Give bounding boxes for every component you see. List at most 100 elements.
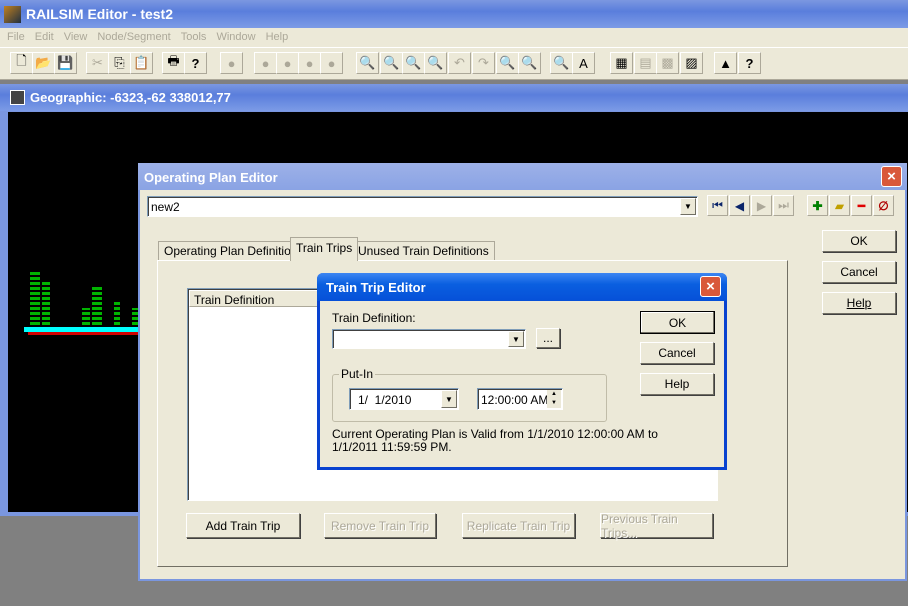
add-icon[interactable]: ✚ [807,195,828,216]
plan-select[interactable]: new2 ▼ [147,196,698,217]
close-button[interactable]: × [700,276,721,297]
geo-window-title: Geographic: -6323,-62 338012,77 [30,90,231,105]
zoom-point-button[interactable]: 🔍 [518,52,541,74]
new-file-button[interactable]: 🗋 [10,52,33,74]
calculator-icon: ▦ [615,55,628,70]
cancel-button[interactable]: Cancel [640,342,714,364]
date-value: 1/ 1/2010 [358,393,412,407]
zoom-window-button[interactable]: 🔍 [356,52,379,74]
plan-select-value: new2 [151,200,180,214]
app-title: RAILSIM Editor - test2 [26,6,174,22]
ok-button[interactable]: OK [822,230,896,252]
browse-button[interactable]: ... [536,328,560,348]
print-icon: 🖶 [167,53,180,68]
save-button[interactable]: 💾 [54,52,77,74]
next-record-button[interactable]: ▶ [751,195,772,216]
grid-icon: ▩ [661,55,674,70]
rail-line [28,332,144,335]
button-label: Add Train Trip [205,518,281,533]
zoom-point-icon: 🔍 [521,55,538,70]
table-button[interactable]: ▤ [634,52,657,74]
calculator-button[interactable]: ▦ [610,52,633,74]
menu-node-segment[interactable]: Node/Segment [97,31,170,47]
menu-tools[interactable]: Tools [181,31,207,47]
replicate-train-trip-button[interactable]: Replicate Train Trip [462,513,575,538]
zoom-window-icon: 🔍 [359,55,376,70]
help-button[interactable]: Help [822,292,896,314]
chevron-down-icon[interactable]: ▼ [508,331,524,347]
cancel-button[interactable]: Cancel [822,261,896,283]
map-station-label [92,287,102,330]
ok-button[interactable]: OK [640,311,715,334]
put-in-time-input[interactable]: 12:00:00 AM ▲ ▼ [477,388,563,410]
remove-icon[interactable]: ━ [851,195,872,216]
copy-button[interactable]: ⎘ [108,52,131,74]
node-link-button[interactable]: ● [276,52,299,74]
help-button[interactable]: ? [738,52,761,74]
map-color-button[interactable]: ▲ [714,52,737,74]
node-button[interactable]: ● [220,52,243,74]
clear-icon[interactable]: ∅ [873,195,894,216]
node-link-icon: ● [283,55,292,71]
chart-window-button[interactable]: ▨ [680,52,703,74]
button-label: Remove Train Trip [330,518,430,533]
tab-operating-plan-definition[interactable]: Operating Plan Definition [158,241,304,260]
tab-label: Unused Train Definitions [358,244,489,258]
chart-window-icon: ▨ [685,55,698,70]
put-in-date-picker[interactable]: 1/ 1/2010 ▼ [349,388,459,410]
node-ok-button[interactable]: ● [320,52,343,74]
remove-train-trip-button[interactable]: Remove Train Trip [324,513,436,538]
train-definition-select[interactable]: ▼ [332,329,526,349]
previous-train-trips-button[interactable]: Previous Train Trips... [600,512,713,540]
zoom-previous-icon: 🔍 [405,55,422,70]
grid-button[interactable]: ▩ [656,52,679,74]
open-folder-icon: 📂 [35,55,52,70]
previous-record-button[interactable]: ◀ [729,195,750,216]
chevron-down-icon[interactable]: ▼ [680,198,696,215]
tab-unused-train-definitions[interactable]: Unused Train Definitions [352,241,495,260]
redo-button[interactable]: ↷ [472,52,495,74]
tab-train-trips[interactable]: Train Trips [290,237,359,261]
put-in-label: Put-In [339,367,376,381]
menu-file[interactable]: File [7,31,25,47]
time-spinner[interactable]: ▲ ▼ [547,390,561,408]
last-record-button[interactable]: ⏭ [773,195,794,216]
close-button[interactable]: × [881,166,902,187]
button-label: Cancel [658,346,696,360]
zoom-multi-button[interactable]: 🔍 [496,52,519,74]
menu-window[interactable]: Window [216,31,255,47]
time-value: 12:00:00 AM [481,393,549,407]
help-button[interactable]: ? [184,52,207,74]
add-train-trip-button[interactable]: Add Train Trip [186,513,300,538]
paste-button[interactable]: 📋 [130,52,153,74]
train-trip-editor-dialog: Train Trip Editor × Train Definition: ▼ … [317,273,727,470]
zoom-in-icon: 🔍 [427,55,444,70]
node-add-button[interactable]: ● [254,52,277,74]
node-edit-button[interactable]: ● [298,52,321,74]
tab-label: Operating Plan Definition [164,244,298,258]
menu-view[interactable]: View [64,31,88,47]
chevron-down-icon[interactable]: ▼ [441,390,457,408]
menu-bar: File Edit View Node/Segment Tools Window… [0,28,908,47]
print-button[interactable]: 🖶 [162,52,185,74]
zoom-check-button[interactable]: 🔍 [550,52,573,74]
trip-editor-title-bar: Train Trip Editor × [317,273,727,301]
help-button[interactable]: Help [640,373,714,395]
cut-button[interactable]: ✂ [86,52,109,74]
zoom-previous-button[interactable]: 🔍 [402,52,425,74]
node-ok-icon: ● [327,55,336,71]
first-record-button[interactable]: ⏮ [707,195,728,216]
new-folder-icon[interactable]: ▰ [829,195,850,216]
menu-help[interactable]: Help [266,31,289,47]
text-button[interactable]: A [572,52,595,74]
undo-button[interactable]: ↶ [448,52,471,74]
button-label: ... [542,331,553,345]
zoom-extents-button[interactable]: 🔍 [380,52,403,74]
zoom-in-button[interactable]: 🔍 [424,52,447,74]
map-station-label [42,282,50,330]
menu-edit[interactable]: Edit [35,31,54,47]
copy-icon: ⎘ [114,55,125,70]
open-folder-button[interactable]: 📂 [32,52,55,74]
help-icon: ? [191,55,200,71]
tab-label: Train Trips [296,241,353,255]
